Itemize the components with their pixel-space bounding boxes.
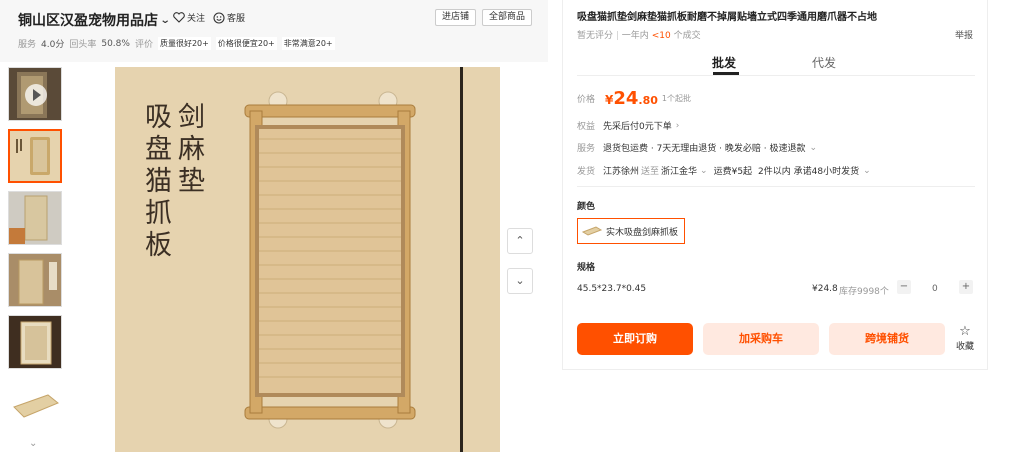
review-badge: 非常满意20+ [281,37,335,50]
thumbnail-image [8,377,62,431]
color-label: 颜色 [577,202,596,212]
price-row: 价格 ¥24.80 1个起批 [577,88,692,109]
spec-name: 45.5*23.7*0.45 [577,284,647,294]
report-link[interactable]: 举报 [955,28,973,41]
thumbnail[interactable] [8,377,62,431]
shipping-row: 发货 江苏徐州 送至 浙江金华 ⌄ 运费¥5起 2件以内 承诺48小时发货 ⌄ [577,164,871,178]
product-image [73,67,540,452]
rights-row[interactable]: 权益 先采后付0元下单 › [577,119,680,133]
service-row[interactable]: 服务 退货包运费 · 7天无理由退货 · 晚发必赔 · 极速退款 ⌄ [577,141,817,155]
purchase-tabs: 批发 代发 [577,52,975,76]
shop-stats: 服务 4.0分 回头率 50.8% 评价 质量很好20+ 价格很便宜20+ 非常… [18,37,335,50]
video-thumbnail-image [9,68,61,120]
thumbnail-video[interactable] [8,67,62,121]
thumbnail-image [9,316,61,368]
add-cart-button[interactable]: 加采购车 [703,323,819,355]
color-option[interactable]: 实木吸盘剑麻抓板 [577,218,685,244]
divider [577,186,975,187]
thumbnail[interactable] [8,191,62,245]
thumbnail-selected[interactable] [8,129,62,183]
follow-button[interactable]: 关注 [173,11,205,24]
qty-plus-button[interactable]: + [959,280,973,294]
thumbnail-image [10,131,60,181]
shop-header: 铜山区汉盈宠物用品店 ⌄ 关注 客服 进店铺 全部商品 服务 4.0分 回头率 … [0,0,548,62]
chevron-down-icon[interactable]: ⌄ [809,143,817,153]
rating-sales-row: 暂无评分 | 一年内 <10 个成交 [577,31,701,41]
review-badge: 质量很好20+ [157,37,211,50]
thumbnail-image [9,254,61,306]
chevron-up-icon: ⌃ [515,234,525,247]
qty-minus-button[interactable]: − [897,280,911,294]
thumbnail-image [9,192,61,244]
star-icon: ☆ [959,324,971,339]
tab-wholesale[interactable]: 批发 [712,54,736,71]
buy-now-button[interactable]: 立即订购 [577,323,693,355]
color-option-thumbnail [582,226,602,236]
thumbnail-scroll-down-icon[interactable]: ⌄ [29,438,37,449]
price: ¥24.80 [605,88,658,109]
product-title: 吸盘猫抓垫剑麻垫猫抓板耐磨不掉屑贴墙立式四季通用磨爪器不占地 [577,12,877,23]
cross-border-button[interactable]: 跨境铺货 [829,323,945,355]
main-product-image[interactable]: 剑麻垫 吸盘猫抓板 [73,67,540,452]
chevron-down-icon[interactable]: ⌄ [700,166,708,176]
chevron-down-icon[interactable]: ⌄ [863,166,871,176]
chevron-down-icon[interactable]: ⌄ [160,15,171,26]
thumbnail[interactable] [8,253,62,307]
image-caption-line-1: 剑麻垫 [178,102,205,197]
active-tab-indicator [713,72,739,75]
heart-icon [173,12,185,23]
enter-shop-button[interactable]: 进店铺 [435,9,477,26]
shop-name[interactable]: 铜山区汉盈宠物用品店 ⌄ [18,10,171,30]
image-caption-line-2: 吸盘猫抓板 [145,102,172,261]
favorite-button[interactable]: ☆ 收藏 [953,324,977,353]
review-badge: 价格很便宜20+ [215,37,277,50]
spec-row: 45.5*23.7*0.45 ¥24.8 库存9998个 − 0 + [577,280,975,297]
spec-label: 规格 [577,263,596,273]
product-panel: 吸盘猫抓垫剑麻垫猫抓板耐磨不掉屑贴墙立式四季通用磨爪器不占地 暂无评分 | 一年… [562,0,988,370]
qty-input[interactable]: 0 [932,284,938,294]
image-down-button[interactable]: ⌄ [507,268,533,294]
all-goods-button[interactable]: 全部商品 [482,9,533,26]
smile-icon [213,11,225,24]
chevron-right-icon[interactable]: › [676,121,680,131]
tab-dropship[interactable]: 代发 [812,54,836,71]
ship-to-select[interactable]: 浙江金华 [661,164,697,177]
image-up-button[interactable]: ⌃ [507,228,533,254]
customer-service-button[interactable]: 客服 [213,11,245,24]
thumbnail-list [8,67,62,439]
spec-stock: 库存9998个 [839,287,889,297]
chevron-down-icon: ⌄ [515,274,525,287]
spec-price: ¥24.8 [812,284,838,294]
thumbnail[interactable] [8,315,62,369]
shop-name-text[interactable]: 铜山区汉盈宠物用品店 [18,10,158,30]
